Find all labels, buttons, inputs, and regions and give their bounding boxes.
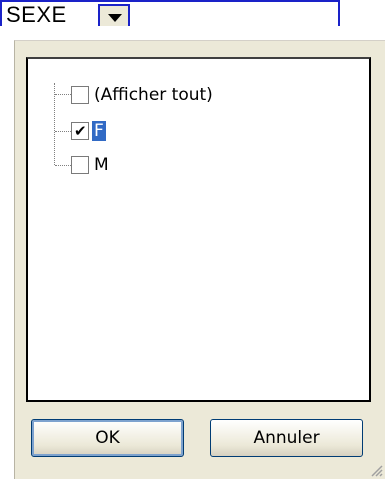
checkbox-m[interactable]: [71, 156, 89, 174]
field-header-cell: SEXE: [0, 0, 340, 27]
chevron-down-icon: [108, 14, 122, 22]
field-name-label: SEXE: [6, 2, 67, 27]
ok-button[interactable]: OK: [31, 419, 184, 457]
filter-popup: (Afficher tout) ✔ F M OK Annuler: [14, 40, 385, 479]
filter-dropdown-button[interactable]: [98, 4, 130, 26]
checkmark-icon: ✔: [74, 122, 87, 140]
tree-connector-branch: [55, 131, 71, 132]
list-item-label: M: [94, 155, 109, 175]
tree-connector-branch: [55, 94, 71, 95]
tree-connector-branch: [55, 165, 71, 166]
cancel-button[interactable]: Annuler: [210, 419, 363, 457]
list-item-show-all[interactable]: (Afficher tout): [71, 84, 215, 106]
checkbox-f[interactable]: ✔: [71, 122, 89, 140]
resize-grip-icon[interactable]: [369, 463, 383, 477]
tree-connector-line: [54, 83, 55, 165]
list-item-f[interactable]: ✔ F: [71, 120, 106, 142]
list-item-label: F: [92, 121, 106, 141]
filter-value-list: (Afficher tout) ✔ F M: [26, 57, 371, 402]
list-item-m[interactable]: M: [71, 154, 111, 176]
checkbox-show-all[interactable]: [71, 86, 89, 104]
list-item-label: (Afficher tout): [94, 85, 213, 105]
